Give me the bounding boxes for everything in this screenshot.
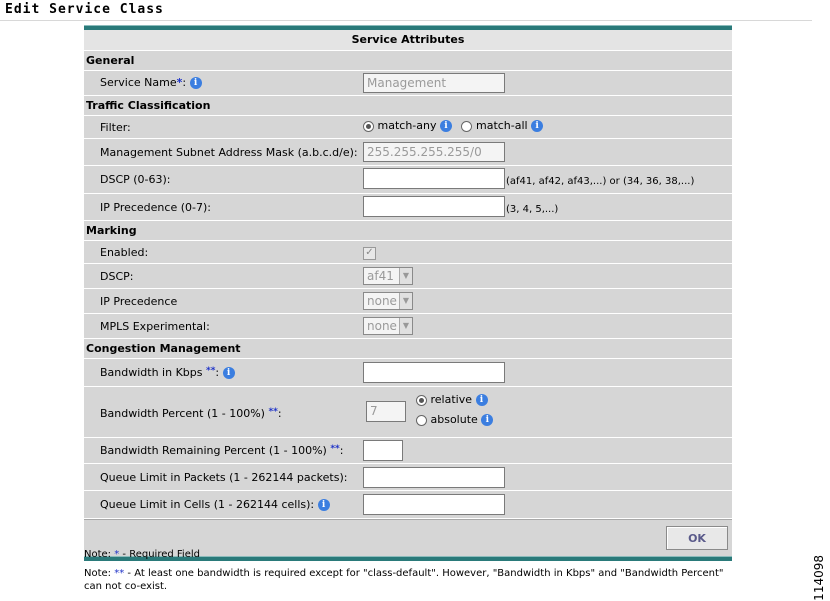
- service-class-form: Service Attributes General Service Name*…: [84, 25, 732, 561]
- chevron-down-icon: ▼: [399, 318, 412, 334]
- queue-packets-label: Queue Limit in Packets (1 - 262144 packe…: [100, 471, 348, 484]
- service-name-input[interactable]: Management: [363, 73, 505, 93]
- row-filter: Filter: match-any i match-all i: [84, 116, 732, 139]
- marking-ip-precedence-label: IP Precedence: [100, 295, 178, 308]
- section-congestion-management: Congestion Management: [84, 339, 732, 359]
- row-marking-enabled: Enabled: ✓: [84, 241, 732, 264]
- marking-mpls-select[interactable]: none ▼: [363, 317, 413, 335]
- absolute-label: absolute: [430, 413, 478, 426]
- bandwidth-remaining-input[interactable]: [363, 440, 403, 461]
- bandwidth-percent-input[interactable]: 7: [366, 401, 406, 422]
- row-service-name: Service Name*: i Management: [84, 71, 732, 96]
- required-marker: **: [114, 568, 125, 579]
- dscp-range-hint: (af41, af42, af43,...) or (34, 36, 38,..…: [506, 176, 695, 187]
- row-marking-dscp: DSCP: af41 ▼: [84, 264, 732, 289]
- absolute-radio[interactable]: [416, 414, 427, 426]
- info-icon[interactable]: i: [481, 414, 494, 426]
- match-any-label: match-any: [377, 119, 437, 132]
- figure-id: 114098: [812, 555, 826, 601]
- ip-precedence-range-input[interactable]: [363, 196, 505, 217]
- marking-enabled-checkbox[interactable]: ✓: [363, 247, 376, 260]
- marking-dscp-label: DSCP:: [100, 270, 134, 283]
- filter-radio-group: match-any i match-all i: [363, 119, 544, 132]
- row-bandwidth-kbps: Bandwidth in Kbps **: i: [84, 359, 732, 387]
- row-bandwidth-remaining: Bandwidth Remaining Percent (1 - 100%) *…: [84, 438, 732, 464]
- subnet-mask-input[interactable]: 255.255.255.255/0: [363, 142, 505, 162]
- ip-precedence-range-label: IP Precedence (0-7):: [100, 201, 211, 214]
- marking-mpls-label: MPLS Experimental:: [100, 320, 210, 333]
- page-title: Edit Service Class: [5, 2, 164, 17]
- ok-button[interactable]: OK: [666, 526, 728, 550]
- form-header: Service Attributes: [84, 30, 732, 51]
- service-name-label: Service Name*: i: [100, 76, 202, 89]
- chevron-down-icon: ▼: [399, 268, 412, 284]
- row-subnet-mask: Management Subnet Address Mask (a.b.c.d/…: [84, 139, 732, 166]
- bandwidth-percent-label: Bandwidth Percent (1 - 100%) **:: [100, 407, 282, 420]
- info-icon[interactable]: i: [475, 394, 488, 406]
- row-queue-cells: Queue Limit in Cells (1 - 262144 cells):…: [84, 491, 732, 519]
- relative-option: relative i: [416, 393, 488, 406]
- note-bandwidth: Note: ** - At least one bandwidth is req…: [84, 568, 724, 592]
- info-icon[interactable]: i: [317, 499, 330, 511]
- subnet-mask-label: Management Subnet Address Mask (a.b.c.d/…: [100, 146, 358, 159]
- match-all-radio[interactable]: [461, 120, 473, 132]
- row-marking-mpls: MPLS Experimental: none ▼: [84, 314, 732, 339]
- required-marker: **: [268, 407, 278, 417]
- row-marking-ip-precedence: IP Precedence none ▼: [84, 289, 732, 314]
- filter-label: Filter:: [100, 121, 131, 134]
- required-marker: *: [114, 549, 120, 560]
- chevron-down-icon: ▼: [399, 293, 412, 309]
- marking-ip-precedence-select[interactable]: none ▼: [363, 292, 413, 310]
- queue-cells-input[interactable]: [363, 494, 505, 515]
- section-general: General: [84, 51, 732, 71]
- row-queue-packets: Queue Limit in Packets (1 - 262144 packe…: [84, 464, 732, 491]
- dscp-range-label: DSCP (0-63):: [100, 173, 171, 186]
- info-icon[interactable]: i: [189, 77, 202, 89]
- row-bandwidth-percent: Bandwidth Percent (1 - 100%) **: 7 relat…: [84, 387, 732, 438]
- marking-enabled-label: Enabled:: [100, 246, 149, 259]
- dscp-range-input[interactable]: [363, 168, 505, 189]
- section-marking: Marking: [84, 221, 732, 241]
- row-ip-precedence-range: IP Precedence (0-7): (3, 4, 5,...): [84, 194, 732, 221]
- required-marker: **: [206, 366, 216, 376]
- marking-dscp-select[interactable]: af41 ▼: [363, 267, 413, 285]
- bandwidth-remaining-label: Bandwidth Remaining Percent (1 - 100%) *…: [100, 444, 344, 457]
- relative-radio[interactable]: [416, 394, 427, 406]
- info-icon[interactable]: i: [439, 120, 452, 132]
- info-icon[interactable]: i: [531, 120, 544, 132]
- queue-packets-input[interactable]: [363, 467, 505, 488]
- queue-cells-label: Queue Limit in Cells (1 - 262144 cells):…: [100, 498, 330, 511]
- section-traffic-classification: Traffic Classification: [84, 96, 732, 116]
- title-divider: [0, 20, 812, 21]
- ip-precedence-range-hint: (3, 4, 5,...): [506, 204, 559, 215]
- absolute-option: absolute i: [416, 413, 494, 426]
- bandwidth-kbps-label: Bandwidth in Kbps **: i: [100, 366, 235, 379]
- required-marker: **: [330, 444, 340, 454]
- info-icon[interactable]: i: [222, 367, 235, 379]
- relative-label: relative: [430, 393, 473, 406]
- match-any-radio[interactable]: [363, 120, 374, 132]
- note-required: Note: * - Required Field: [84, 549, 200, 560]
- row-dscp-range: DSCP (0-63): (af41, af42, af43,...) or (…: [84, 166, 732, 194]
- match-all-label: match-all: [475, 119, 528, 132]
- bandwidth-kbps-input[interactable]: [363, 362, 505, 383]
